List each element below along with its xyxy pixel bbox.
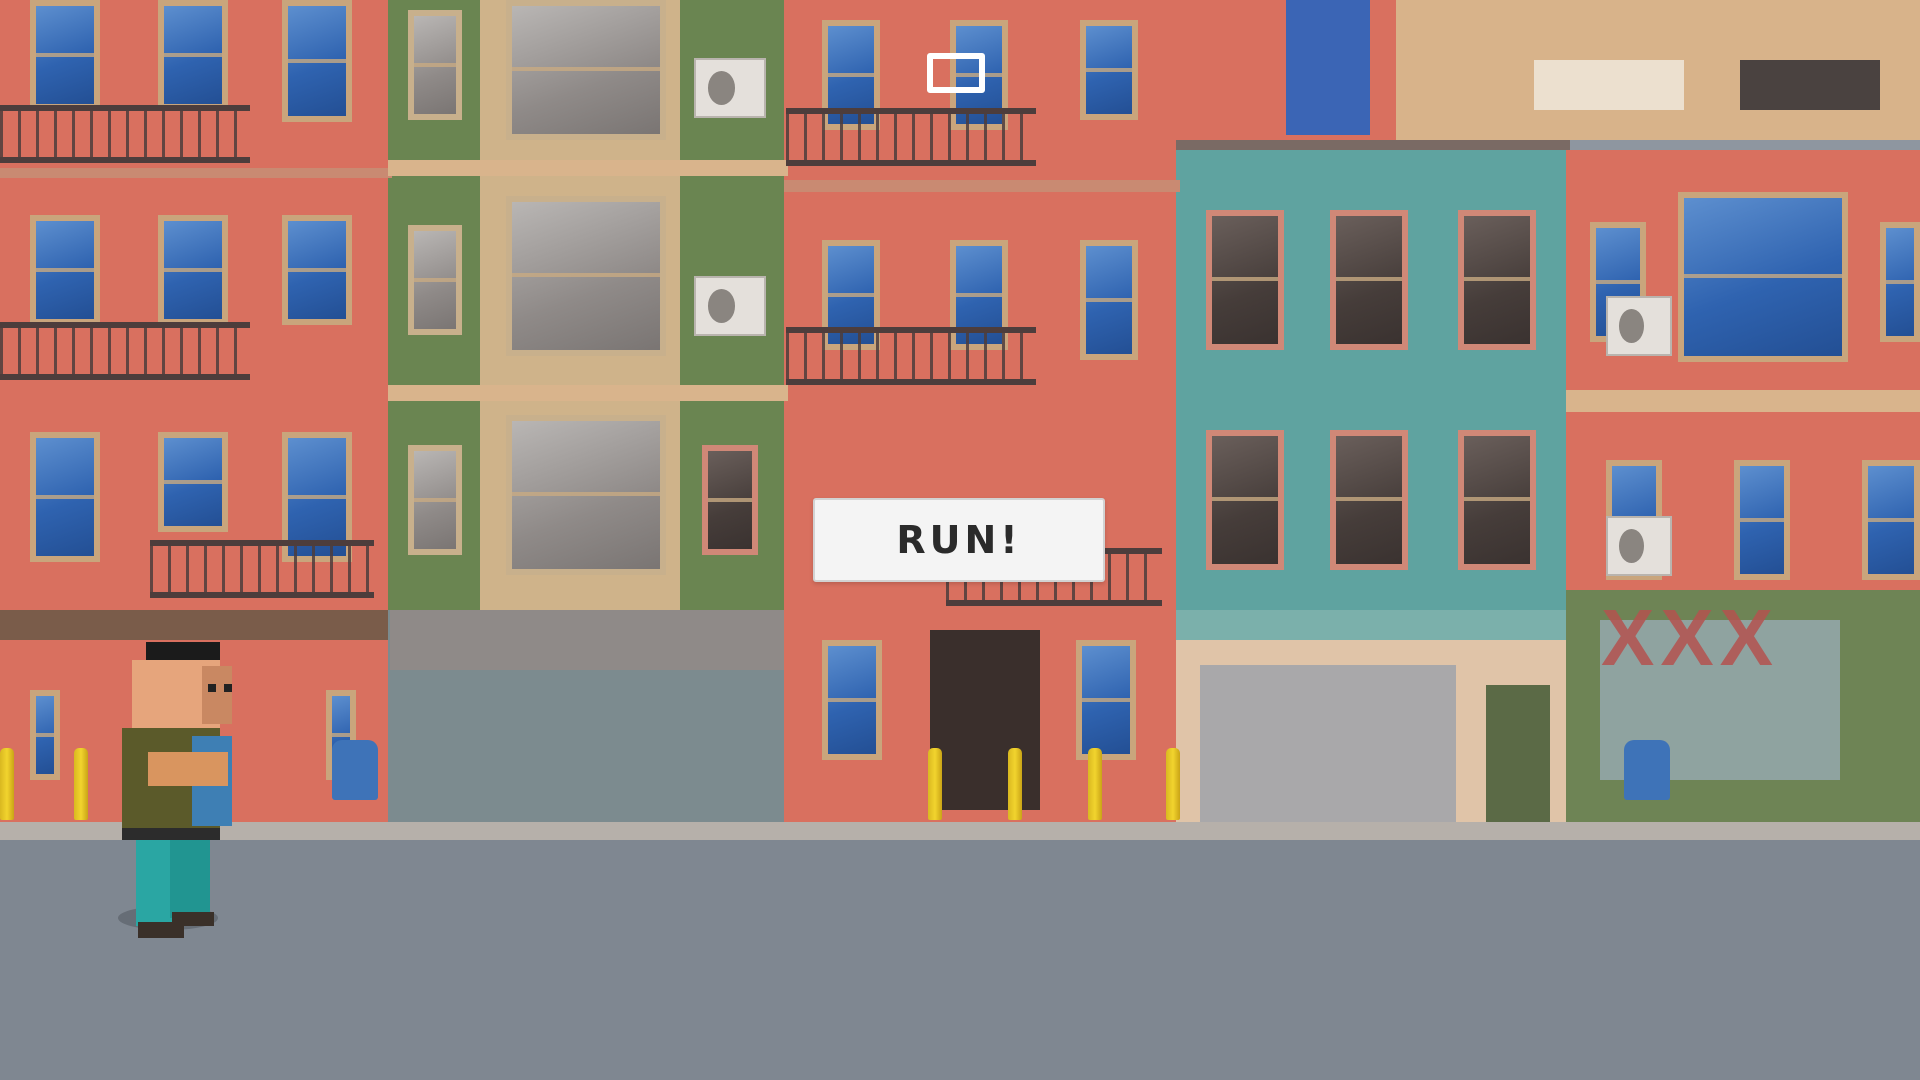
bollard	[0, 748, 14, 820]
window	[282, 215, 352, 325]
window	[1678, 192, 1848, 362]
window	[1458, 430, 1536, 570]
player-character	[118, 642, 232, 938]
air-conditioner	[1606, 296, 1672, 356]
window	[1206, 210, 1284, 350]
window	[30, 432, 100, 562]
window	[1330, 210, 1408, 350]
fire-escape-balcony	[786, 327, 1036, 385]
air-conditioner	[694, 276, 766, 336]
bollard	[1088, 748, 1102, 820]
window	[1080, 240, 1138, 360]
bollard	[74, 748, 88, 820]
window	[1862, 460, 1920, 580]
mailbox	[1624, 740, 1670, 800]
fire-escape-balcony	[786, 108, 1036, 166]
window	[158, 0, 228, 110]
window	[408, 10, 462, 120]
window	[1458, 210, 1536, 350]
window	[30, 0, 100, 110]
road-shade	[0, 840, 1920, 1080]
bollard	[928, 748, 942, 820]
window	[1076, 640, 1136, 760]
fire-escape-balcony	[150, 540, 374, 598]
run-button-label: RUN!	[896, 518, 1022, 562]
bollard	[1008, 748, 1022, 820]
window	[1880, 222, 1920, 342]
bollard	[1166, 748, 1180, 820]
window	[408, 445, 462, 555]
window	[506, 196, 666, 356]
window	[702, 445, 758, 555]
window	[158, 432, 228, 532]
curb	[0, 822, 1920, 840]
window-outline-icon	[927, 53, 985, 93]
window	[506, 0, 666, 140]
window	[30, 690, 60, 780]
fire-escape-balcony	[0, 322, 250, 380]
mailbox	[332, 740, 378, 800]
roll-shutter	[1200, 665, 1456, 822]
window	[1080, 20, 1138, 120]
window	[158, 215, 228, 325]
window	[408, 225, 462, 335]
window	[1734, 460, 1790, 580]
air-conditioner	[694, 58, 766, 118]
window	[282, 0, 352, 122]
air-conditioner	[1606, 516, 1672, 576]
window	[1330, 430, 1408, 570]
fire-escape-balcony	[0, 105, 250, 163]
window	[30, 215, 100, 325]
window	[822, 640, 882, 760]
store-sign: XXX	[1601, 593, 1779, 682]
window	[506, 415, 666, 575]
window	[1206, 430, 1284, 570]
run-button[interactable]: RUN!	[813, 498, 1105, 582]
